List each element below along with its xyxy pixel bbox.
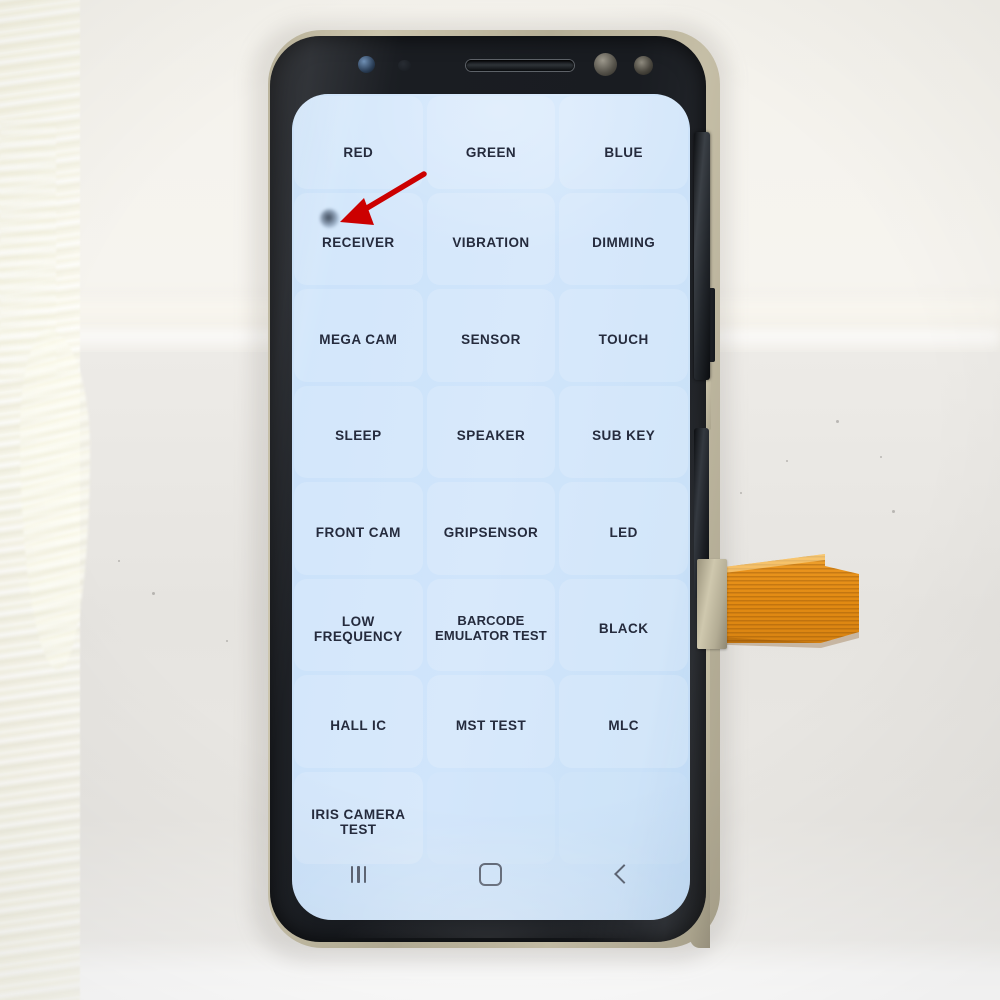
test-button-label: GRIPSENSOR — [443, 524, 539, 540]
test-button-label: FRONT CAM — [315, 524, 401, 540]
test-button-label: BARCODE EMULATOR TEST — [435, 613, 547, 643]
test-button-label: SLEEP — [335, 428, 382, 444]
dark-blemish-spot — [320, 209, 339, 228]
test-button-label: DIMMING — [592, 235, 656, 251]
test-button-label: RED — [343, 144, 374, 160]
test-button-label: LOW FREQUENCY — [313, 613, 403, 644]
test-button-label: MEGA CAM — [319, 331, 398, 347]
test-button-label: VIBRATION — [452, 235, 530, 251]
flex-cable-connector — [697, 559, 727, 649]
test-button-label: SPEAKER — [456, 428, 526, 444]
test-button-label: RECEIVER — [322, 235, 395, 251]
test-button-label: IRIS CAMERA TEST — [311, 806, 406, 837]
test-button-label: SUB KEY — [592, 428, 656, 444]
test-button-label: TOUCH — [598, 331, 649, 347]
test-button-label: MLC — [608, 717, 639, 733]
test-button-label: GREEN — [465, 144, 517, 160]
test-button-label: BLACK — [598, 621, 649, 637]
test-button-label: BLUE — [604, 144, 643, 160]
test-button-label: SENSOR — [461, 331, 521, 347]
display-flex-ribbon-cable — [697, 548, 863, 652]
test-button-label: HALL IC — [330, 717, 387, 733]
screenshot-root: RED GREEN BLUE RECEIVER VIBRATION DIMMING MEGA… — [0, 0, 1000, 1000]
test-button-label: LED — [609, 524, 638, 540]
test-button-label: MST TEST — [455, 717, 527, 733]
